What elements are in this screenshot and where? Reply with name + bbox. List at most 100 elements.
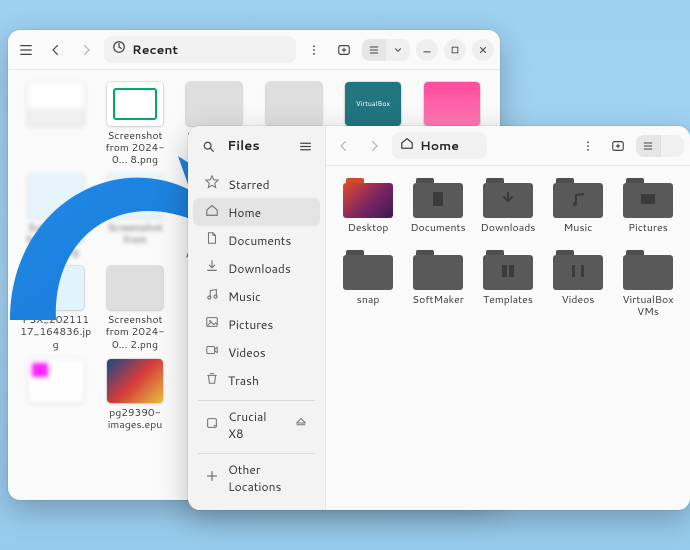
sidebar-item-starred[interactable]: Starred <box>193 170 320 198</box>
item-label: pg29390-images.epu <box>99 407 171 431</box>
disk-icon <box>205 416 219 434</box>
sidebar-places: Starred Home Documents Downloads Music Pictur… <box>188 166 325 504</box>
folder-icon <box>553 250 603 290</box>
folder-videos[interactable]: Videos <box>546 250 610 318</box>
sidebar-toggle-icon[interactable] <box>14 38 38 62</box>
thumbnail <box>186 82 242 126</box>
breadcrumb-home[interactable]: Home <box>392 132 487 159</box>
doc-icon <box>205 231 219 249</box>
recent-item[interactable]: Screenshot from <box>97 174 172 258</box>
kebab-menu-icon[interactable] <box>302 38 326 62</box>
titlebar-back: Recent <box>8 30 500 70</box>
item-label: PSX_20211117_164836.jpg <box>20 314 92 350</box>
sidebar-item-label: Videos <box>228 344 266 361</box>
nav-forward-button[interactable] <box>362 134 386 158</box>
nav-back-button[interactable] <box>44 38 68 62</box>
sidebar-item-home[interactable]: Home <box>193 198 320 226</box>
sidebar-item-downloads[interactable]: Downloads <box>193 254 320 282</box>
view-toggle[interactable] <box>636 135 684 157</box>
sidebar-item-label: Pictures <box>228 316 273 333</box>
recent-item[interactable] <box>18 359 93 431</box>
folder-icon <box>413 178 463 218</box>
kebab-menu-icon[interactable] <box>576 134 600 158</box>
nautilus-window-home: Files Starred Home Documents Downloads Music… <box>188 126 690 510</box>
view-dropdown-icon[interactable] <box>386 39 410 61</box>
sidebar-item-trash[interactable]: Trash <box>193 366 320 394</box>
new-tab-button[interactable] <box>332 38 356 62</box>
thumbnail <box>107 82 163 126</box>
recent-item[interactable]: PSX_20211117_164836.jpg <box>18 266 93 350</box>
folder-icon <box>343 178 393 218</box>
recent-item[interactable]: pg29390-images.epu <box>97 359 172 431</box>
thumbnail <box>107 359 163 403</box>
list-view-icon[interactable] <box>362 39 386 61</box>
sidebar-item-pictures[interactable]: Pictures <box>193 310 320 338</box>
folder-desktop[interactable]: Desktop <box>336 178 400 234</box>
thumbnail <box>28 174 84 218</box>
home-icon <box>205 203 219 221</box>
sidebar-item-videos[interactable]: Videos <box>193 338 320 366</box>
minimize-button[interactable] <box>416 39 438 61</box>
folder-label: Desktop <box>348 222 389 234</box>
folder-music[interactable]: Music <box>546 178 610 234</box>
sidebar-header: Files <box>188 126 325 166</box>
nav-forward-button[interactable] <box>74 38 98 62</box>
view-toggle[interactable] <box>362 39 410 61</box>
folder-icon <box>483 178 533 218</box>
music-icon <box>205 287 219 305</box>
nav-back-button[interactable] <box>332 134 356 158</box>
folder-label: Videos <box>561 294 594 306</box>
recent-item[interactable] <box>18 82 93 166</box>
item-label: Screenshot from 2024-0… 8.png <box>99 130 171 166</box>
sidebar-item-documents[interactable]: Documents <box>193 226 320 254</box>
home-icon <box>400 136 414 155</box>
sidebar-item-crucial-x8[interactable]: Crucial X8 <box>193 403 320 447</box>
thumbnail <box>266 82 322 126</box>
maximize-button[interactable] <box>444 39 466 61</box>
thumbnail <box>28 266 84 310</box>
folder-icon <box>553 178 603 218</box>
folder-label: Downloads <box>481 222 536 234</box>
sidebar-title: Files <box>200 137 287 155</box>
thumbnail <box>28 359 84 403</box>
folder-virtualbox-vms[interactable]: VirtualBox VMs <box>616 250 680 318</box>
sidebar-item-label: Music <box>228 288 261 305</box>
trash-icon <box>205 371 219 389</box>
folder-label: SoftMaker <box>412 294 464 306</box>
recent-item[interactable]: Screenshot from 2024-0… 3.png <box>18 174 93 258</box>
breadcrumb-label: Home <box>420 137 459 155</box>
folder-pictures[interactable]: Pictures <box>616 178 680 234</box>
thumbnail <box>424 82 480 126</box>
sidebar-item-other-locations[interactable]: Other Locations <box>193 456 320 500</box>
plus-icon <box>205 469 219 487</box>
recent-item[interactable]: Screenshot from 2024-0… 8.png <box>97 82 172 166</box>
titlebar-front: Home <box>326 126 690 166</box>
folder-templates[interactable]: Templates <box>476 250 540 318</box>
view-dropdown-icon[interactable] <box>660 135 684 157</box>
recent-item[interactable]: Screenshot from 2024-0… 2.png <box>97 266 172 350</box>
thumbnail: VirtualBox <box>345 82 401 126</box>
pic-icon <box>205 315 219 333</box>
folder-icon <box>343 250 393 290</box>
folder-downloads[interactable]: Downloads <box>476 178 540 234</box>
folder-label: Music <box>564 222 593 234</box>
folder-icon <box>623 178 673 218</box>
hamburger-menu-icon[interactable] <box>293 134 317 158</box>
list-view-icon[interactable] <box>636 135 660 157</box>
folder-softmaker[interactable]: SoftMaker <box>406 250 470 318</box>
sidebar-item-music[interactable]: Music <box>193 282 320 310</box>
folder-documents[interactable]: Documents <box>406 178 470 234</box>
close-button[interactable] <box>472 39 494 61</box>
sidebar-item-label: Home <box>228 204 261 221</box>
folder-label: Pictures <box>628 222 668 234</box>
video-icon <box>205 343 219 361</box>
sidebar-item-label: Documents <box>228 232 291 249</box>
new-tab-button[interactable] <box>606 134 630 158</box>
item-label: Screenshot from <box>99 222 171 246</box>
eject-icon[interactable] <box>294 416 308 434</box>
folder-snap[interactable]: snap <box>336 250 400 318</box>
sidebar-item-label: Crucial X8 <box>228 408 285 442</box>
breadcrumb-recent[interactable]: Recent <box>104 36 296 63</box>
breadcrumb-label: Recent <box>132 41 178 59</box>
item-label: Screenshot from 2024-0… 3.png <box>20 222 92 258</box>
